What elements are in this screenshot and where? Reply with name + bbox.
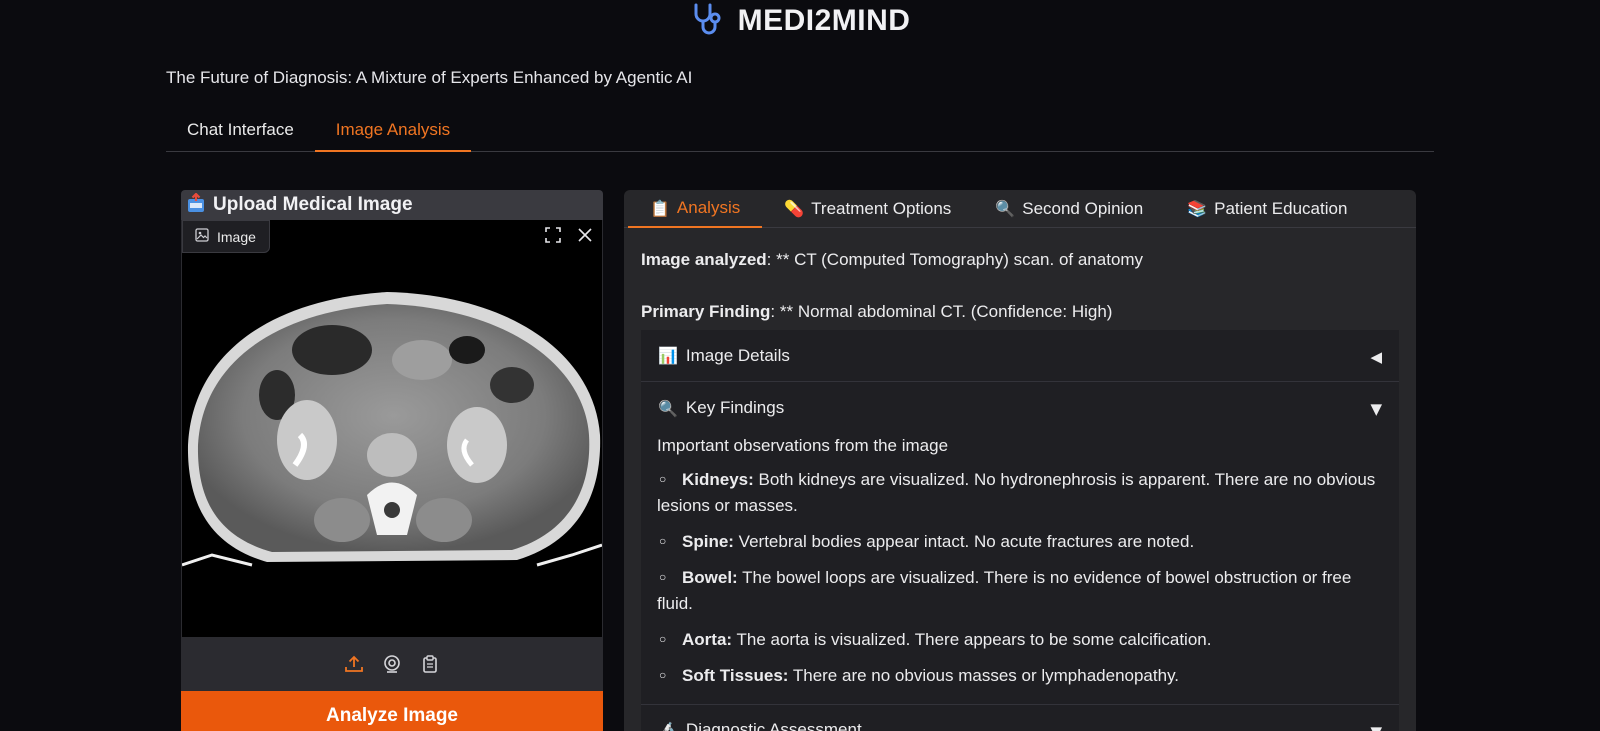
clipboard-icon: 📋: [650, 198, 670, 218]
results-tabs: 📋 Analysis 💊 Treatment Options 🔍 Second …: [624, 190, 1416, 228]
tab-patient-education[interactable]: 📚 Patient Education: [1165, 190, 1369, 227]
upload-icon[interactable]: [343, 653, 365, 675]
finding-text: Vertebral bodies appear intact. No acute…: [733, 532, 1195, 551]
image-analyzed-value: : ** CT (Computed Tomography) scan. of a…: [766, 250, 1144, 269]
results-panel: 📋 Analysis 💊 Treatment Options 🔍 Second …: [624, 190, 1416, 731]
stethoscope-icon: [690, 2, 726, 41]
finding-term: Spine:: [682, 532, 734, 551]
image-details-label: Image Details: [685, 345, 790, 365]
finding-term: Bowel:: [682, 568, 738, 587]
finding-term: Soft Tissues:: [682, 666, 789, 685]
upload-panel-header: Upload Medical Image: [181, 190, 603, 220]
finding-text: The bowel loops are visualized. There is…: [657, 568, 1352, 613]
tab-second-opinion[interactable]: 🔍 Second Opinion: [973, 190, 1165, 227]
app-title: MEDI2MIND: [737, 4, 911, 37]
key-findings-label: Key Findings: [685, 398, 785, 417]
key-findings-list: ○ Kidneys: Both kidneys are visualized. N…: [657, 466, 1382, 689]
bullet-icon: ○: [659, 534, 667, 548]
accordion-image-details[interactable]: 📊 Image Details ◀: [641, 330, 1399, 382]
app-header: MEDI2MIND: [0, 0, 1600, 42]
upload-title: Upload Medical Image: [213, 194, 413, 215]
bullet-icon: ○: [659, 472, 667, 486]
ct-scan-image: [182, 292, 602, 567]
bullet-icon: ○: [659, 668, 667, 682]
tab-treatment-options[interactable]: 💊 Treatment Options: [762, 190, 973, 227]
books-icon: 📚: [1187, 199, 1208, 218]
analyze-image-button[interactable]: Analyze Image: [181, 691, 603, 731]
collapse-arrow-icon: ▼: [1370, 723, 1382, 731]
primary-finding-line: Primary Finding: ** Normal abdominal CT.…: [641, 302, 1112, 322]
upload-inbox-icon: [187, 191, 205, 218]
list-item: ○ Bowel: The bowel loops are visualized. …: [657, 564, 1382, 617]
primary-finding-label: Primary Finding: [641, 302, 771, 321]
upload-panel: Upload Medical Image Image Analyze Image: [181, 190, 603, 731]
bullet-icon: ○: [659, 632, 667, 646]
primary-finding-value: : ** Normal abdominal CT. (Confidence: H…: [770, 302, 1113, 321]
microscope-icon: 🔬: [658, 720, 678, 731]
key-findings-body: Important observations from the image ○ K…: [641, 434, 1399, 705]
clipboard-icon[interactable]: [419, 653, 441, 675]
tab-patient-education-label: Patient Education: [1214, 198, 1348, 218]
key-findings-intro: Important observations from the image: [657, 436, 949, 455]
accordion-key-findings[interactable]: 🔍 Key Findings ▼: [641, 382, 1399, 434]
image-viewer[interactable]: Image: [181, 220, 603, 637]
finding-text: There are no obvious masses or lymphaden…: [788, 666, 1180, 685]
magnifier-icon: 🔍: [995, 199, 1016, 218]
tab-analysis-label: Analysis: [676, 198, 741, 217]
magnifier-icon: 🔍: [658, 398, 678, 418]
tab-second-opinion-label: Second Opinion: [1022, 198, 1144, 218]
app-subtitle: The Future of Diagnosis: A Mixture of Ex…: [166, 68, 693, 87]
main-tabs: Chat Interface Image Analysis: [166, 112, 1434, 152]
list-item: ○ Soft Tissues: There are no obvious mass…: [657, 662, 1382, 689]
pill-icon: 💊: [784, 199, 805, 218]
image-analyzed-label: Image analyzed: [641, 250, 767, 269]
analysis-accordion: 📊 Image Details ◀ 🔍 Key Findings ▼ Impor…: [641, 330, 1399, 731]
bar-chart-icon: 📊: [658, 346, 678, 365]
list-item: ○ Kidneys: Both kidneys are visualized. N…: [657, 466, 1382, 519]
finding-term: Kidneys:: [682, 470, 754, 489]
tab-treatment-label: Treatment Options: [811, 198, 952, 218]
tab-analysis[interactable]: 📋 Analysis: [628, 190, 763, 228]
image-source-toolbar: [181, 637, 603, 691]
list-item: ○ Spine: Vertebral bodies appear intact. …: [657, 528, 1382, 555]
expand-arrow-icon: ◀: [1370, 348, 1382, 366]
collapse-arrow-icon: ▼: [1370, 400, 1382, 418]
tab-image-analysis[interactable]: Image Analysis: [314, 112, 472, 152]
finding-text: The aorta is visualized. There appears t…: [732, 630, 1212, 649]
finding-text: Both kidneys are visualized. No hydronep…: [657, 470, 1376, 515]
finding-term: Aorta:: [682, 630, 733, 649]
bullet-icon: ○: [659, 570, 667, 584]
webcam-icon[interactable]: [381, 653, 403, 675]
tab-chat-interface[interactable]: Chat Interface: [166, 112, 315, 151]
diagnostic-assessment-label: Diagnostic Assessment: [685, 720, 862, 731]
image-analyzed-line: Image analyzed: ** CT (Computed Tomograp…: [641, 250, 1143, 270]
accordion-diagnostic-assessment[interactable]: 🔬 Diagnostic Assessment ▼: [641, 705, 1399, 731]
list-item: ○ Aorta: The aorta is visualized. There a…: [657, 626, 1382, 653]
